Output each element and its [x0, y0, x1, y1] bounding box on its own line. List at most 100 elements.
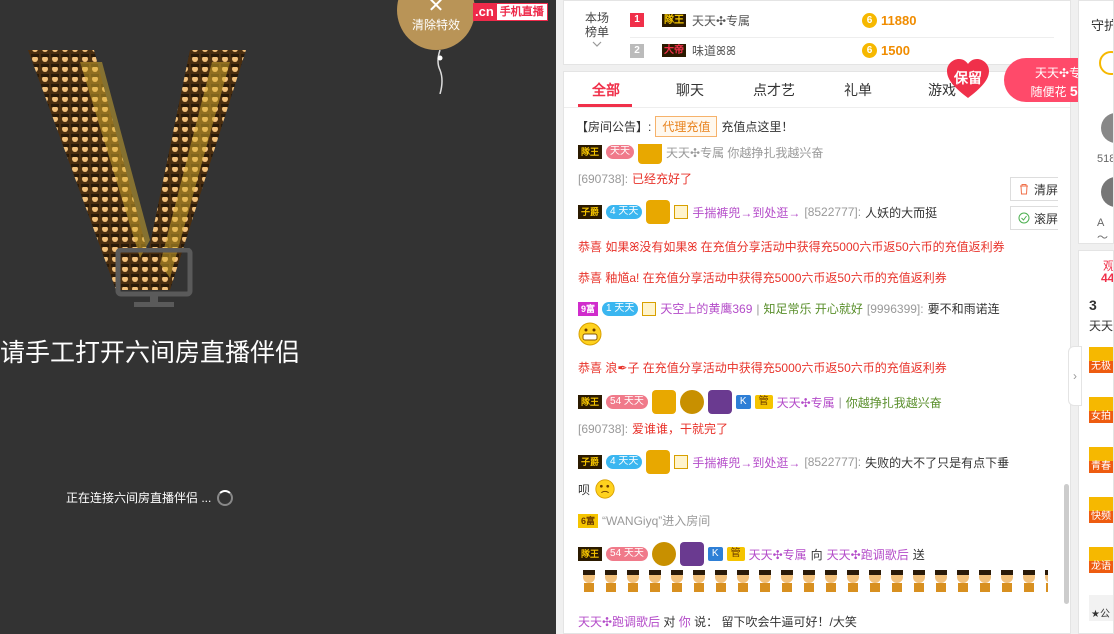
- viewer-name: 无极: [1089, 361, 1113, 373]
- viewer-row[interactable]: 青春: [1089, 447, 1113, 473]
- to-word: 对: [663, 615, 676, 629]
- viewer-row[interactable]: 快频: [1089, 497, 1113, 523]
- keep-button[interactable]: 保留: [945, 58, 991, 100]
- fan-level: 54: [610, 548, 622, 559]
- crown-icon: [638, 144, 663, 164]
- auto-scroll-label: 滚屏: [1033, 211, 1058, 226]
- viewer-name: 青春: [1089, 461, 1113, 473]
- level-badge: 隊王: [578, 395, 603, 409]
- fan-name: 天天: [623, 548, 644, 559]
- fan-name: 天天: [618, 456, 639, 467]
- rank-three: 3: [1089, 297, 1097, 313]
- rank-row[interactable]: 1 隊王 天天✣专属 6 11880: [630, 7, 1054, 33]
- user-signature: 知足常乐 开心就好: [763, 302, 863, 316]
- mobile-live-link[interactable]: 手机直播: [495, 3, 548, 21]
- fan-name: 天天: [623, 396, 644, 407]
- chevron-down-icon[interactable]: [592, 41, 602, 47]
- chat-line: 9富 1 天天 天空上的黄鹰369 | 知足常乐 开心就好 [9996399]:…: [578, 300, 1000, 317]
- hand-gift-icon: [646, 450, 671, 474]
- fan-level: 1: [606, 302, 612, 314]
- viewer-row[interactable]: 无极: [1089, 347, 1113, 373]
- thinking-emoji-icon: [595, 479, 615, 499]
- tab-chat[interactable]: 聊天: [660, 72, 720, 108]
- system-message: 恭喜 釉馗a! 在充值分享活动中获得充5000六币返50六币的充值返利券: [578, 271, 947, 285]
- tab-gift-list[interactable]: 礼单: [828, 72, 888, 108]
- viewer-name: 龙语: [1089, 561, 1113, 573]
- user-id: [8522777]:: [804, 205, 862, 219]
- chat-user-name[interactable]: 天天✣专属: [777, 394, 835, 411]
- chat-user-name[interactable]: 天空上的黄鹰369: [660, 300, 752, 317]
- separator: |: [838, 395, 842, 409]
- chat-message: 失败的大不了只是有点下垂: [865, 455, 1010, 470]
- chat-message-list[interactable]: 隊王 天天 天天✣专属 你越挣扎我越兴奋 [690738]: 已经充好了 子爵 …: [578, 144, 1058, 599]
- rank-user-name[interactable]: 天天✣专属: [692, 12, 862, 29]
- level-badge: 子爵: [578, 455, 603, 469]
- open-companion-prompt: 请手工打开六间房直播伴侣: [0, 339, 301, 367]
- user-signature: 你越挣扎我越兴奋: [845, 395, 942, 410]
- close-icon: ✕: [427, 0, 445, 17]
- gift-avatar-row: [578, 568, 1048, 594]
- chat-user-name[interactable]: 天天✣专属: [749, 546, 807, 563]
- chevron-right-icon[interactable]: ›: [1068, 346, 1082, 406]
- chat-tabs: 全部 聊天 点才艺 礼单 游戏: [564, 72, 1070, 108]
- chat-scrollbar[interactable]: [1064, 484, 1069, 604]
- chat-message: 留下吹会牛逼可好！/大笑: [721, 615, 857, 629]
- level-badge: 大帝: [662, 44, 686, 57]
- viewer-row[interactable]: 女拍: [1089, 397, 1113, 423]
- avatar[interactable]: [1101, 113, 1113, 143]
- agent-recharge-button[interactable]: 代理充值: [655, 116, 718, 137]
- guard-label[interactable]: 守护: [1091, 15, 1113, 34]
- guard-panel: 守护 518 A～: [1078, 0, 1114, 244]
- chat-user-name[interactable]: 天天✣跑调歌后: [578, 615, 660, 629]
- avatar[interactable]: [1099, 51, 1113, 75]
- rank-score: 1500: [881, 43, 910, 58]
- chat-line: [690738]: 爱谁谁，干就完了: [578, 420, 728, 437]
- active-tab-indicator: [578, 104, 632, 107]
- video-player[interactable]: 请手工打开六间房直播伴侣 正在连接六间房直播伴侣 ...: [0, 0, 556, 634]
- grin-emoji-icon: [578, 322, 602, 346]
- crown-icon: [651, 390, 676, 414]
- chat-user-name[interactable]: 手揣裤兜→到处逛→: [692, 454, 800, 471]
- chat-line: 天天✣跑调歌后 对 你 说： 留下吹会牛逼可好！/大笑: [578, 613, 857, 630]
- tab-all[interactable]: 全部: [576, 72, 636, 108]
- viewer-row[interactable]: 龙语: [1089, 547, 1113, 573]
- viewer-list-panel: 观 44 3 天天 无极 女拍 青春 快频 龙语 ★公: [1078, 250, 1114, 634]
- vip-icon: [674, 455, 689, 469]
- rank-three-name: 天天: [1089, 319, 1114, 333]
- fan-name: 天天: [614, 302, 635, 314]
- balloon-string-icon: [437, 50, 443, 94]
- avatar[interactable]: [1101, 177, 1113, 207]
- fan-level: 54: [610, 396, 622, 407]
- notice-prefix: 【房间公告】:: [576, 120, 652, 134]
- gift-icon: [679, 542, 704, 566]
- rank-user-name[interactable]: 味道ꕤꕤ: [692, 42, 862, 59]
- gift-icon: [707, 390, 732, 414]
- loading-spinner-icon: [217, 489, 234, 506]
- chat-line: 子爵 4 天天 手揣裤兜→到处逛→ [8522777]: 人妖的大而挺: [578, 200, 937, 224]
- chat-line: 隊王 54 天天 K 管 天天✣专属 向 天天✣跑调歌后 送: [578, 542, 925, 566]
- send-word: 送: [912, 547, 925, 562]
- clear-screen-button[interactable]: 清屏: [1010, 177, 1058, 201]
- you-word: 你: [678, 615, 691, 629]
- connecting-text: 正在连接六间房直播伴侣 ...: [66, 491, 212, 505]
- tab-talent[interactable]: 点才艺: [744, 72, 804, 108]
- viewer-row[interactable]: ★公: [1089, 595, 1113, 621]
- gift-target-name[interactable]: 天天✣跑调歌后: [827, 546, 909, 563]
- brand-logo[interactable]: .cn 手机直播: [473, 3, 548, 21]
- auto-scroll-button[interactable]: 滚屏: [1010, 206, 1058, 230]
- connecting-status: 正在连接六间房直播伴侣 ...: [66, 489, 234, 506]
- chat-line: 恭喜 釉馗a! 在充值分享活动中获得充5000六币返50六币的充值返利券: [578, 269, 947, 286]
- fan-badge: 54 天天: [606, 547, 648, 561]
- chat-message: 呗: [578, 482, 591, 497]
- keep-label: 保留: [954, 70, 982, 86]
- chat-line: 恭喜 如果ꕤ没有如果ꕤ 在充值分享活动中获得充5000六币返50六币的充值返利券: [578, 238, 1005, 255]
- fan-badge: 4 天天: [606, 455, 643, 469]
- viewer-name: ★公: [1091, 609, 1110, 620]
- system-message: 恭喜 如果ꕤ没有如果ꕤ 在充值分享活动中获得充5000六币返50六币的充值返利券: [578, 240, 1005, 254]
- level-badge: 子爵: [578, 205, 603, 219]
- rank-label[interactable]: 本场 榜单: [582, 11, 612, 39]
- fan-name: 天天: [618, 206, 639, 217]
- k-badge: K: [707, 547, 723, 561]
- chat-line: 隊王 天天 天天✣专属 你越挣扎我越兴奋: [578, 144, 823, 164]
- chat-user-name[interactable]: 手揣裤兜→到处逛→: [692, 204, 800, 221]
